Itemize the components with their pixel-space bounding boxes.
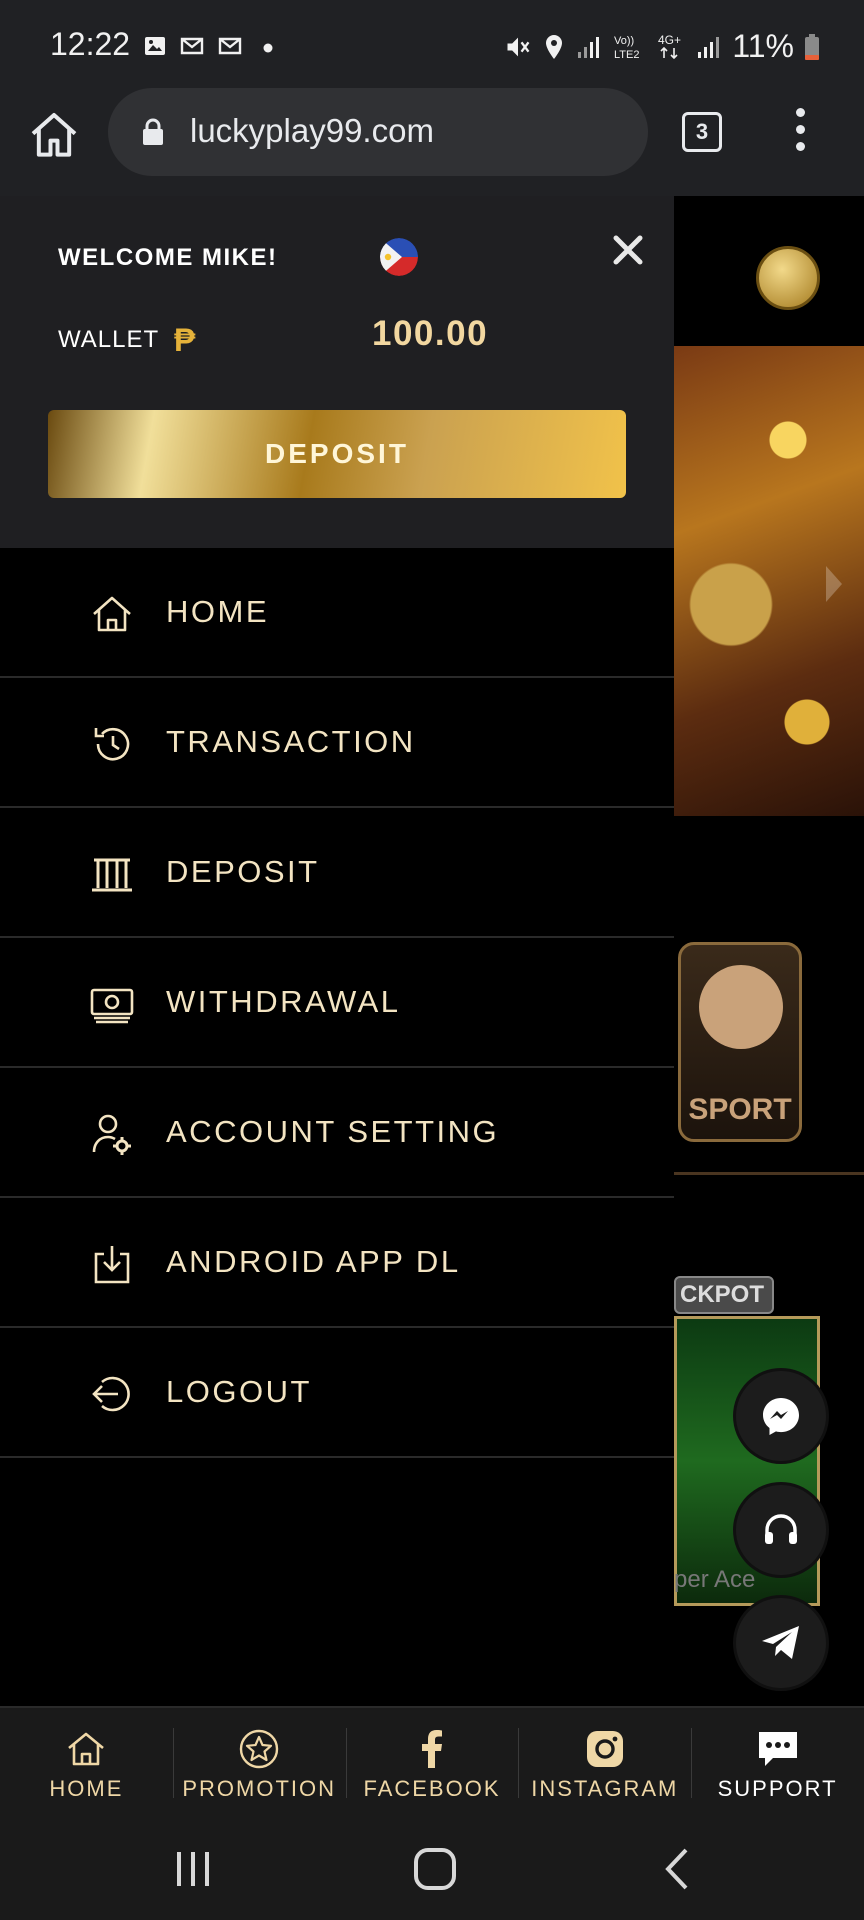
messenger-icon [763, 1398, 799, 1435]
wallet-label: WALLET [58, 326, 160, 353]
mute-icon [507, 37, 530, 56]
home-icon [93, 596, 131, 632]
history-icon [94, 727, 130, 761]
network-type-icon: 4G+ [658, 33, 681, 59]
address-bar[interactable]: luckyplay99.com [108, 88, 648, 176]
menu-item-account-setting[interactable]: ACCOUNT SETTING [0, 1068, 674, 1198]
browser-toolbar: luckyplay99.com 3 [0, 88, 864, 196]
sport-category-tile[interactable]: SPORT [678, 942, 802, 1142]
deposit-button[interactable]: DEPOSIT [48, 410, 626, 498]
nav-facebook[interactable]: FACEBOOK [345, 1708, 519, 1816]
drawer-menu: HOME TRANSACTION DEPOSIT WITHDRAWAL ACCO… [0, 548, 674, 1458]
svg-text:LTE2: LTE2 [614, 49, 639, 61]
menu-item-label: LOGOUT [166, 1374, 312, 1409]
headset-icon [765, 1514, 797, 1544]
menu-item-label: ACCOUNT SETTING [166, 1114, 500, 1149]
menu-item-label: WITHDRAWAL [166, 984, 401, 1019]
battery-icon [805, 33, 819, 60]
menu-item-label: DEPOSIT [166, 854, 320, 889]
deposit-button-label: DEPOSIT [265, 438, 409, 469]
nav-instagram[interactable]: INSTAGRAM [518, 1708, 691, 1816]
gmail-icon [218, 37, 242, 55]
background-page: SPORT CKPOT per Ace [674, 196, 864, 1706]
nav-label: PROMOTION [182, 1776, 337, 1801]
svg-text:4G+: 4G+ [658, 33, 681, 47]
lock-icon [143, 118, 163, 145]
url-text: luckyplay99.com [190, 112, 434, 149]
browser-home-icon[interactable] [26, 108, 82, 164]
sport-label: SPORT [688, 1093, 792, 1126]
back-icon[interactable] [654, 1844, 704, 1894]
gmail-icon [180, 37, 204, 55]
download-icon [94, 1246, 130, 1284]
menu-item-android-app[interactable]: ANDROID APP DL [0, 1198, 674, 1328]
menu-item-deposit[interactable]: DEPOSIT [0, 808, 674, 938]
system-navigation-bar [0, 1814, 864, 1920]
image-icon [145, 37, 165, 55]
menu-item-label: ANDROID APP DL [166, 1244, 461, 1279]
signal-icon [698, 36, 720, 58]
jackpot-badge: CKPOT [674, 1276, 774, 1314]
logout-icon [92, 1376, 130, 1412]
chat-icon [758, 1732, 797, 1766]
welcome-text: WELCOME MIKE! [58, 244, 278, 271]
menu-item-withdrawal[interactable]: WITHDRAWAL [0, 938, 674, 1068]
telegram-icon [762, 1626, 799, 1659]
home-icon [68, 1732, 105, 1766]
menu-item-transaction[interactable]: TRANSACTION [0, 678, 674, 808]
nav-label: HOME [49, 1776, 124, 1801]
bottom-nav: HOME PROMOTION FACEBOOK INSTAGRAM SUPPOR… [0, 1706, 864, 1814]
recent-apps-icon[interactable] [168, 1844, 218, 1894]
side-drawer: WELCOME MIKE! WALLET ₱ 100.00 DEPOSIT HO… [0, 196, 674, 1706]
cash-icon [90, 988, 134, 1024]
drawer-header: WELCOME MIKE! WALLET ₱ 100.00 DEPOSIT [0, 196, 674, 548]
wallet-balance: 100.00 [372, 314, 489, 353]
user-settings-icon [92, 1114, 131, 1155]
nav-support[interactable]: SUPPORT [691, 1708, 864, 1816]
dot-icon [263, 43, 273, 53]
next-arrow-icon[interactable] [826, 566, 842, 602]
messenger-button[interactable] [736, 1371, 826, 1461]
soccer-ball-icon [699, 965, 783, 1049]
nav-label: FACEBOOK [363, 1776, 501, 1801]
menu-item-home[interactable]: HOME [0, 548, 674, 678]
status-bar: 12:22 Vo)) LTE2 4G+ 11% [0, 0, 864, 88]
home-button-icon[interactable] [410, 1844, 460, 1894]
philippines-flag-icon[interactable] [380, 238, 418, 276]
svg-text:Vo)): Vo)) [614, 35, 634, 47]
facebook-icon [421, 1730, 442, 1768]
browser-menu-icon[interactable] [790, 108, 810, 158]
live-support-button[interactable] [736, 1485, 826, 1575]
menu-item-logout[interactable]: LOGOUT [0, 1328, 674, 1458]
nav-promotion[interactable]: PROMOTION [172, 1708, 346, 1816]
promo-banner[interactable] [674, 346, 864, 816]
status-time: 12:22 [50, 26, 131, 62]
volte-icon: Vo)) LTE2 [614, 35, 639, 61]
nav-home[interactable]: HOME [0, 1708, 173, 1816]
telegram-button[interactable] [736, 1598, 826, 1688]
signal-icon [578, 36, 600, 58]
tab-switcher-button[interactable]: 3 [682, 112, 722, 152]
battery-percent: 11% [732, 28, 794, 64]
bank-icon [92, 858, 132, 892]
instagram-icon [586, 1731, 623, 1767]
game-caption: per Ace [674, 1566, 756, 1593]
mail-icon[interactable] [756, 246, 820, 310]
star-icon [239, 1729, 279, 1769]
nav-label: SUPPORT [717, 1776, 838, 1801]
divider [674, 1172, 864, 1175]
peso-icon: ₱ [174, 322, 196, 358]
menu-item-label: HOME [166, 594, 269, 629]
close-icon[interactable] [610, 232, 646, 268]
menu-item-label: TRANSACTION [166, 724, 416, 759]
location-icon [546, 34, 563, 59]
nav-label: INSTAGRAM [531, 1776, 679, 1801]
